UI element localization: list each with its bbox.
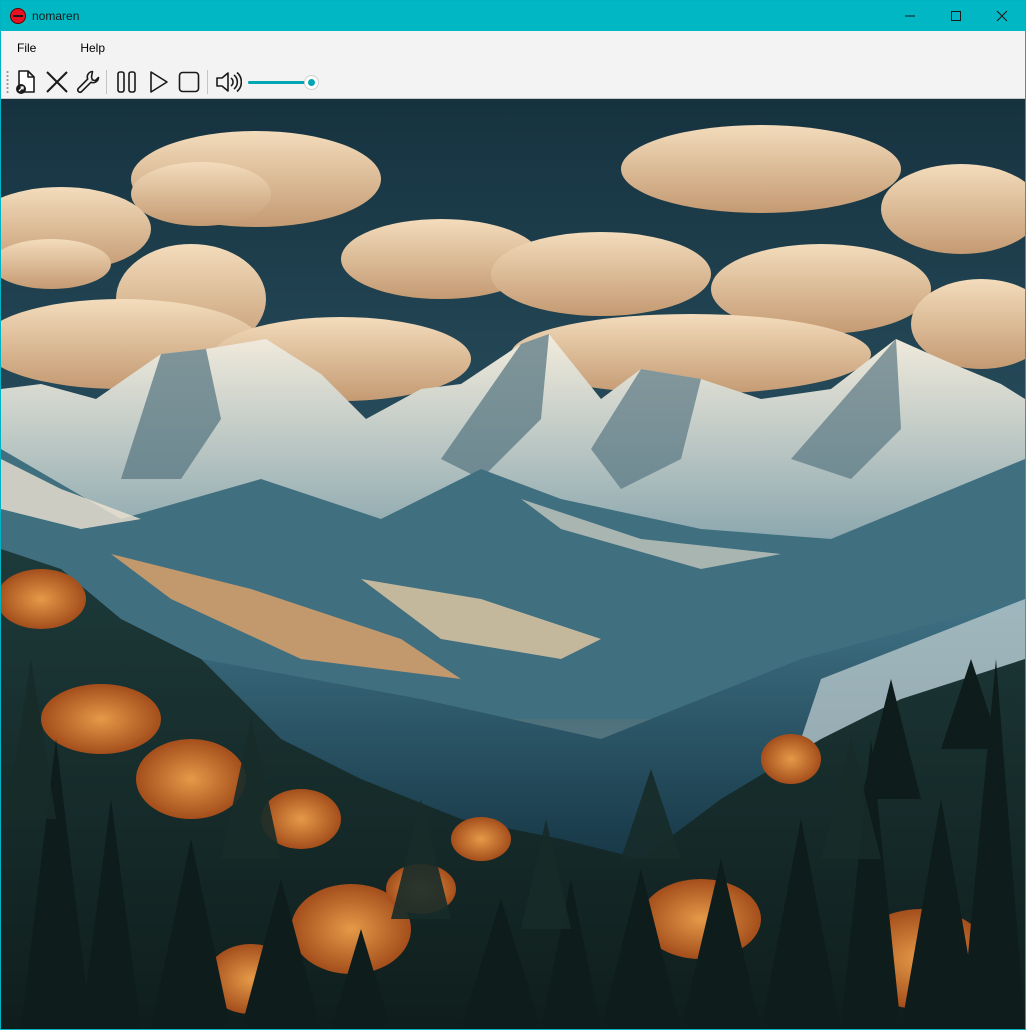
close-icon <box>996 10 1008 22</box>
minimize-button[interactable] <box>887 1 933 31</box>
window-controls <box>887 1 1025 31</box>
menu-help[interactable]: Help <box>72 37 113 59</box>
pause-button[interactable] <box>113 68 141 96</box>
mountain-landscape-image <box>1 99 1025 1029</box>
app-window: nomaren File Help <box>0 0 1026 1030</box>
toolbar-separator <box>106 69 107 94</box>
window-title: nomaren <box>32 9 80 23</box>
stop-icon <box>178 71 200 92</box>
pause-icon <box>117 70 136 93</box>
minimize-icon <box>905 15 915 17</box>
close-x-icon <box>46 70 68 93</box>
slider-thumb[interactable] <box>304 74 319 90</box>
toolbar-separator <box>207 69 208 94</box>
open-file-icon <box>16 69 35 94</box>
slider-fill <box>248 80 311 84</box>
volume-button[interactable] <box>214 68 242 96</box>
volume-slider[interactable] <box>248 68 320 96</box>
toolbar <box>1 65 1025 99</box>
play-icon <box>150 70 168 93</box>
maximize-button[interactable] <box>933 1 979 31</box>
close-button[interactable] <box>979 1 1025 31</box>
settings-button[interactable] <box>74 68 102 96</box>
close-file-button[interactable] <box>43 68 71 96</box>
title-bar[interactable]: nomaren <box>1 1 1025 31</box>
no-entry-icon <box>10 8 26 24</box>
menu-bar: File Help <box>1 31 1025 65</box>
open-file-button[interactable] <box>12 68 40 96</box>
stop-button[interactable] <box>175 68 203 96</box>
menu-file[interactable]: File <box>9 37 44 59</box>
image-viewport[interactable] <box>1 99 1025 1029</box>
toolbar-grip[interactable] <box>6 69 9 94</box>
maximize-icon <box>951 11 961 21</box>
wrench-settings-icon <box>77 70 100 93</box>
play-button[interactable] <box>144 68 172 96</box>
speaker-volume-icon <box>216 71 242 92</box>
